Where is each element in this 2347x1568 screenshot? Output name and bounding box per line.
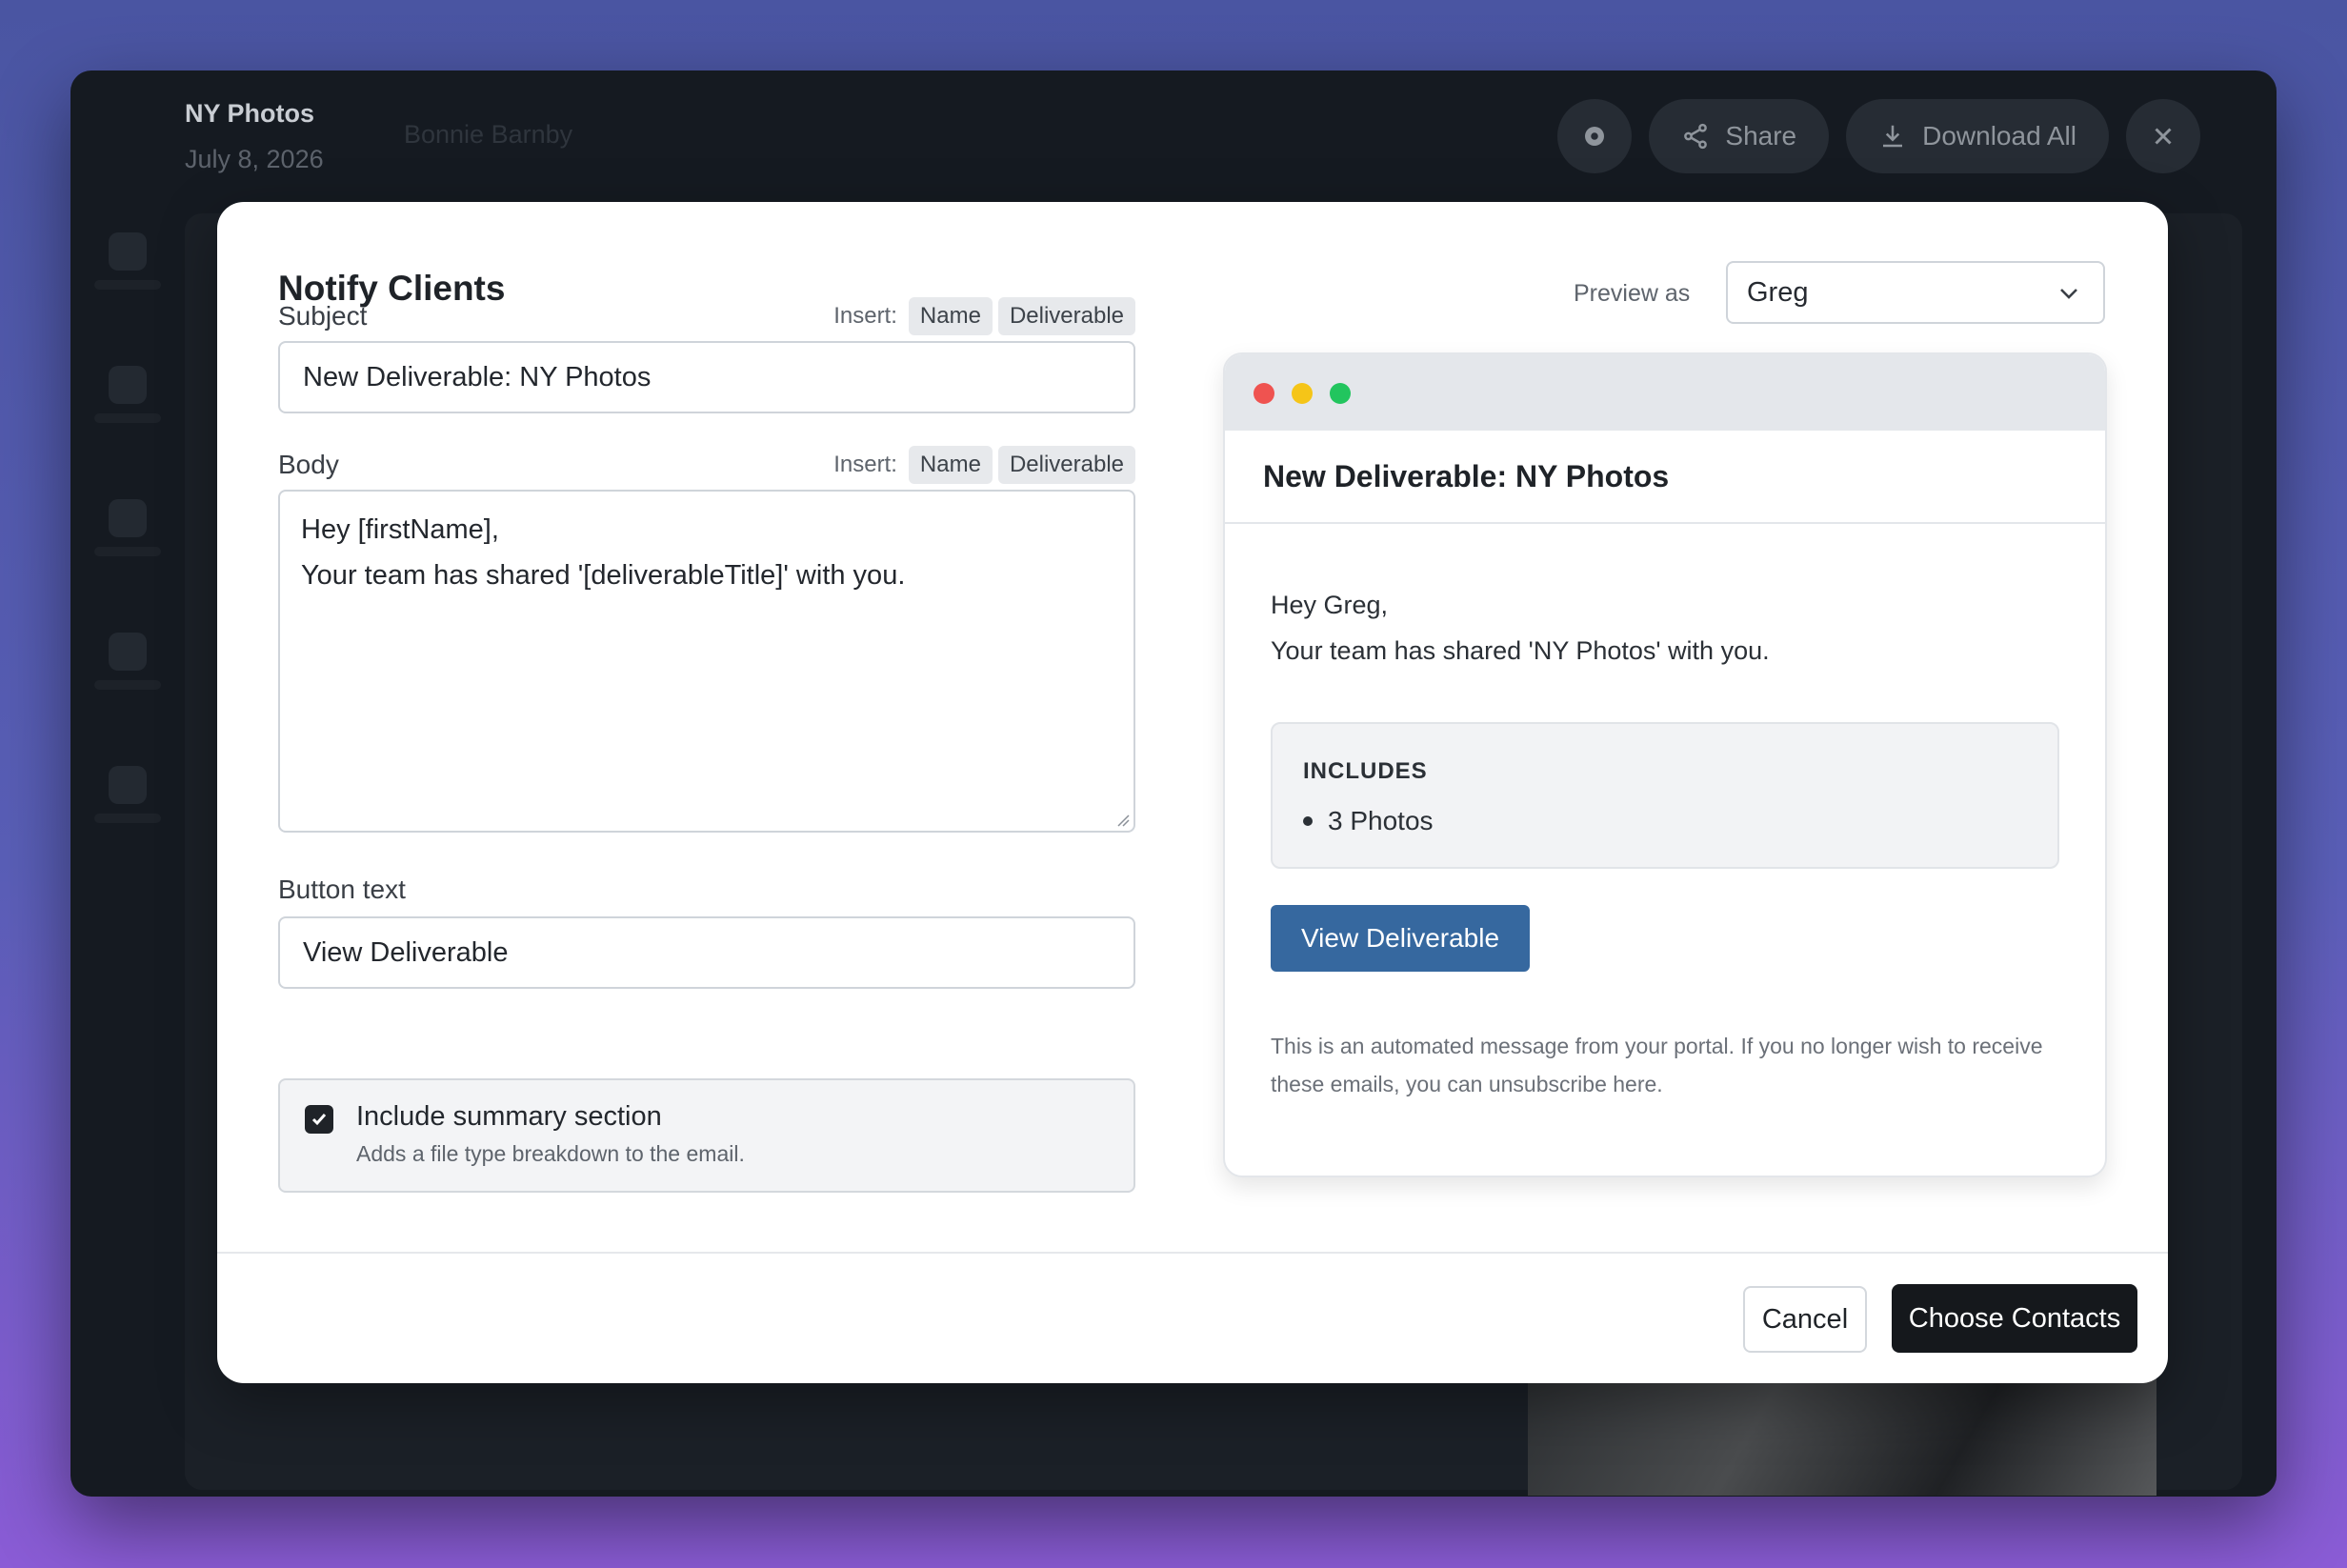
gear-icon bbox=[1585, 127, 1605, 146]
share-button[interactable]: Share bbox=[1649, 99, 1830, 173]
page-date: July 8, 2026 bbox=[185, 145, 324, 173]
chevron-down-icon bbox=[2060, 289, 2077, 299]
email-preview: New Deliverable: NY Photos Hey Greg, You… bbox=[1223, 352, 2107, 1177]
sidebar-item[interactable] bbox=[70, 728, 185, 861]
choose-contacts-button[interactable]: Choose Contacts bbox=[1892, 1284, 2137, 1353]
insert-name-chip[interactable]: Name bbox=[908, 446, 993, 484]
footer-divider bbox=[217, 1252, 2168, 1254]
preview-as-label: Preview as bbox=[1574, 280, 1691, 307]
settings-button[interactable] bbox=[1557, 99, 1633, 173]
insert-label: Insert: bbox=[833, 452, 897, 477]
sidebar-item[interactable] bbox=[70, 594, 185, 728]
sidebar-icon bbox=[109, 766, 147, 804]
download-all-button[interactable]: Download All bbox=[1846, 99, 2109, 173]
preview-view-deliverable-button[interactable]: View Deliverable bbox=[1271, 905, 1531, 972]
includes-item-text: 3 Photos bbox=[1328, 806, 1434, 835]
insert-label: Insert: bbox=[833, 303, 897, 329]
button-text-input[interactable]: View Deliverable bbox=[278, 916, 1135, 989]
window-dot-yellow bbox=[1292, 383, 1313, 404]
insert-deliverable-chip[interactable]: Deliverable bbox=[997, 446, 1135, 484]
sidebar-item[interactable] bbox=[70, 194, 185, 328]
summary-title: Include summary section bbox=[356, 1101, 662, 1132]
include-summary-checkbox[interactable] bbox=[305, 1105, 333, 1134]
cancel-button[interactable]: Cancel bbox=[1743, 1286, 1867, 1353]
preview-disclaimer: This is an automated message from your p… bbox=[1271, 1034, 2043, 1096]
includes-item: 3 Photos bbox=[1303, 806, 1434, 836]
top-actions: Share Download All bbox=[1557, 99, 2200, 173]
insert-name-chip[interactable]: Name bbox=[908, 297, 993, 335]
sidebar-icon bbox=[109, 633, 147, 671]
notify-clients-modal: Notify Clients Preview as Greg Subject I… bbox=[217, 202, 2168, 1383]
sidebar-icon bbox=[109, 232, 147, 271]
preview-window-bar bbox=[1225, 354, 2105, 431]
sidebar-icon bbox=[109, 366, 147, 404]
window-dot-red bbox=[1254, 383, 1274, 404]
checkmark-icon bbox=[311, 1114, 327, 1126]
subject-input[interactable]: New Deliverable: NY Photos bbox=[278, 341, 1135, 413]
bullet-icon bbox=[1303, 816, 1313, 826]
download-icon bbox=[1883, 125, 1903, 148]
preview-as-select[interactable]: Greg bbox=[1726, 261, 2105, 324]
preview-includes-box: INCLUDES 3 Photos bbox=[1271, 722, 2059, 869]
subject-insert: Insert: Name Deliverable bbox=[833, 297, 1135, 335]
download-all-label: Download All bbox=[1922, 121, 2076, 151]
insert-deliverable-chip[interactable]: Deliverable bbox=[997, 297, 1135, 335]
body-line: Hey [firstName], bbox=[301, 514, 499, 545]
preview-greeting: Hey Greg, bbox=[1271, 591, 1389, 619]
button-text-value: View Deliverable bbox=[303, 936, 509, 968]
sidebar-icon bbox=[109, 499, 147, 537]
sidebar bbox=[70, 194, 185, 1497]
close-button[interactable] bbox=[2126, 99, 2200, 173]
resize-handle-icon[interactable] bbox=[1116, 814, 1130, 827]
share-label: Share bbox=[1725, 121, 1797, 151]
summary-option[interactable]: Include summary section Adds a file type… bbox=[278, 1078, 1135, 1193]
subject-label: Subject bbox=[278, 301, 368, 331]
sidebar-item[interactable] bbox=[70, 328, 185, 461]
preview-as-value: Greg bbox=[1747, 276, 1809, 308]
body-label: Body bbox=[278, 450, 339, 479]
share-icon bbox=[1684, 123, 1708, 150]
includes-title: INCLUDES bbox=[1303, 758, 1428, 784]
body-line: Your team has shared '[deliverableTitle]… bbox=[301, 560, 906, 591]
button-text-label: Button text bbox=[278, 874, 406, 904]
body-textarea[interactable]: Hey [firstName], Your team has shared '[… bbox=[278, 490, 1135, 833]
window-dot-green bbox=[1330, 383, 1351, 404]
summary-subtitle: Adds a file type breakdown to the email. bbox=[356, 1141, 745, 1166]
preview-subject: New Deliverable: NY Photos bbox=[1225, 431, 2105, 524]
page-title: NY Photos bbox=[185, 99, 315, 128]
body-insert: Insert: Name Deliverable bbox=[833, 446, 1135, 484]
preview-message: Your team has shared 'NY Photos' with yo… bbox=[1271, 636, 1770, 665]
subject-value: New Deliverable: NY Photos bbox=[303, 361, 652, 392]
close-icon bbox=[2155, 128, 2172, 145]
client-breadcrumb[interactable]: Bonnie Barnby bbox=[404, 120, 572, 150]
sidebar-item[interactable] bbox=[70, 461, 185, 594]
